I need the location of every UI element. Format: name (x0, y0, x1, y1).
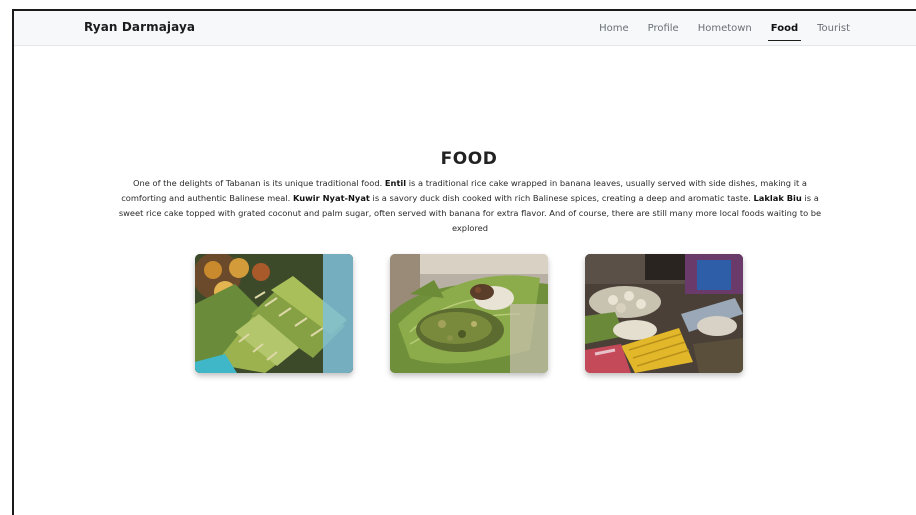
food-name-kuwir: Kuwir Nyat-Nyat (292, 193, 370, 203)
browser-viewport: Ryan Darmajaya Home Profile Hometown Foo… (12, 9, 916, 515)
nav-link-home[interactable]: Home (599, 11, 629, 46)
laklak-photo-icon (585, 254, 743, 373)
kuwir-photo-icon (390, 254, 548, 373)
navbar: Ryan Darmajaya Home Profile Hometown Foo… (14, 11, 916, 46)
food-image-entil (195, 254, 353, 373)
section-title: FOOD (440, 149, 498, 169)
food-name-entil: Entil (384, 178, 407, 188)
food-intro-paragraph: One of the delights of Tabanan is its un… (114, 176, 826, 236)
food-image-laklak-biu (585, 254, 743, 373)
intro-text-3: is a savory duck dish cooked with rich B… (369, 193, 754, 203)
food-gallery (195, 254, 743, 373)
food-name-laklak: Laklak Biu (753, 193, 802, 203)
entil-photo-icon (195, 254, 353, 373)
nav-link-food[interactable]: Food (767, 11, 802, 46)
nav-link-profile[interactable]: Profile (648, 11, 679, 46)
brand-logo-text[interactable]: Ryan Darmajaya (84, 20, 195, 34)
nav-link-hometown[interactable]: Hometown (698, 11, 752, 46)
nav-links: Home Profile Hometown Food Tourist (580, 11, 850, 46)
nav-link-tourist[interactable]: Tourist (817, 11, 850, 46)
food-image-kuwir-nyat-nyat (390, 254, 548, 373)
intro-text-1: One of the delights of Tabanan is its un… (133, 178, 385, 188)
